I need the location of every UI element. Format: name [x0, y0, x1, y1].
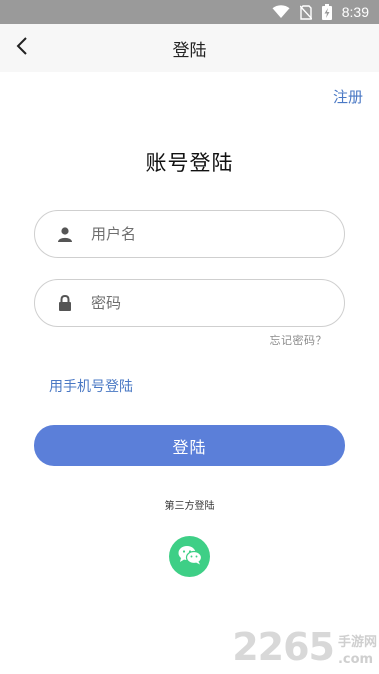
forgot-password-link[interactable]: 忘记密码？: [270, 332, 328, 348]
user-icon: [57, 226, 73, 242]
register-link[interactable]: 注册: [333, 86, 363, 107]
phone-login-link[interactable]: 用手机号登陆: [49, 376, 133, 396]
password-field[interactable]: [34, 279, 345, 327]
password-input[interactable]: [91, 294, 311, 312]
chevron-left-icon: [15, 36, 29, 60]
status-bar: 8:39: [0, 0, 379, 24]
watermark-cn: 手游网: [337, 635, 377, 650]
app-bar-title: 登陆: [172, 40, 207, 61]
username-field[interactable]: [34, 210, 345, 258]
third-party-label: 第三方登陆: [164, 501, 215, 512]
lock-icon: [57, 295, 73, 311]
watermark-com: .com: [337, 652, 374, 667]
watermark-digits: 2265: [232, 625, 335, 669]
battery-charging-icon: [321, 4, 332, 20]
app-bar: 登陆: [0, 24, 379, 72]
status-time: 8:39: [341, 4, 369, 20]
login-button[interactable]: 登陆: [34, 425, 345, 466]
username-input[interactable]: [91, 225, 311, 243]
back-button[interactable]: [8, 34, 36, 62]
page-title: 账号登陆: [145, 151, 234, 175]
wechat-login-button[interactable]: [169, 536, 210, 577]
wechat-icon: [178, 545, 202, 569]
watermark-2265: 2265 手游网 .com: [232, 622, 377, 666]
watermark-side: 手游网 .com: [338, 636, 377, 666]
no-sim-icon: [299, 4, 312, 20]
login-screen: 8:39 登陆 注册 账号登陆 忘记密码？ 用手机号登陆 登: [0, 0, 379, 674]
wifi-icon: [272, 5, 290, 19]
